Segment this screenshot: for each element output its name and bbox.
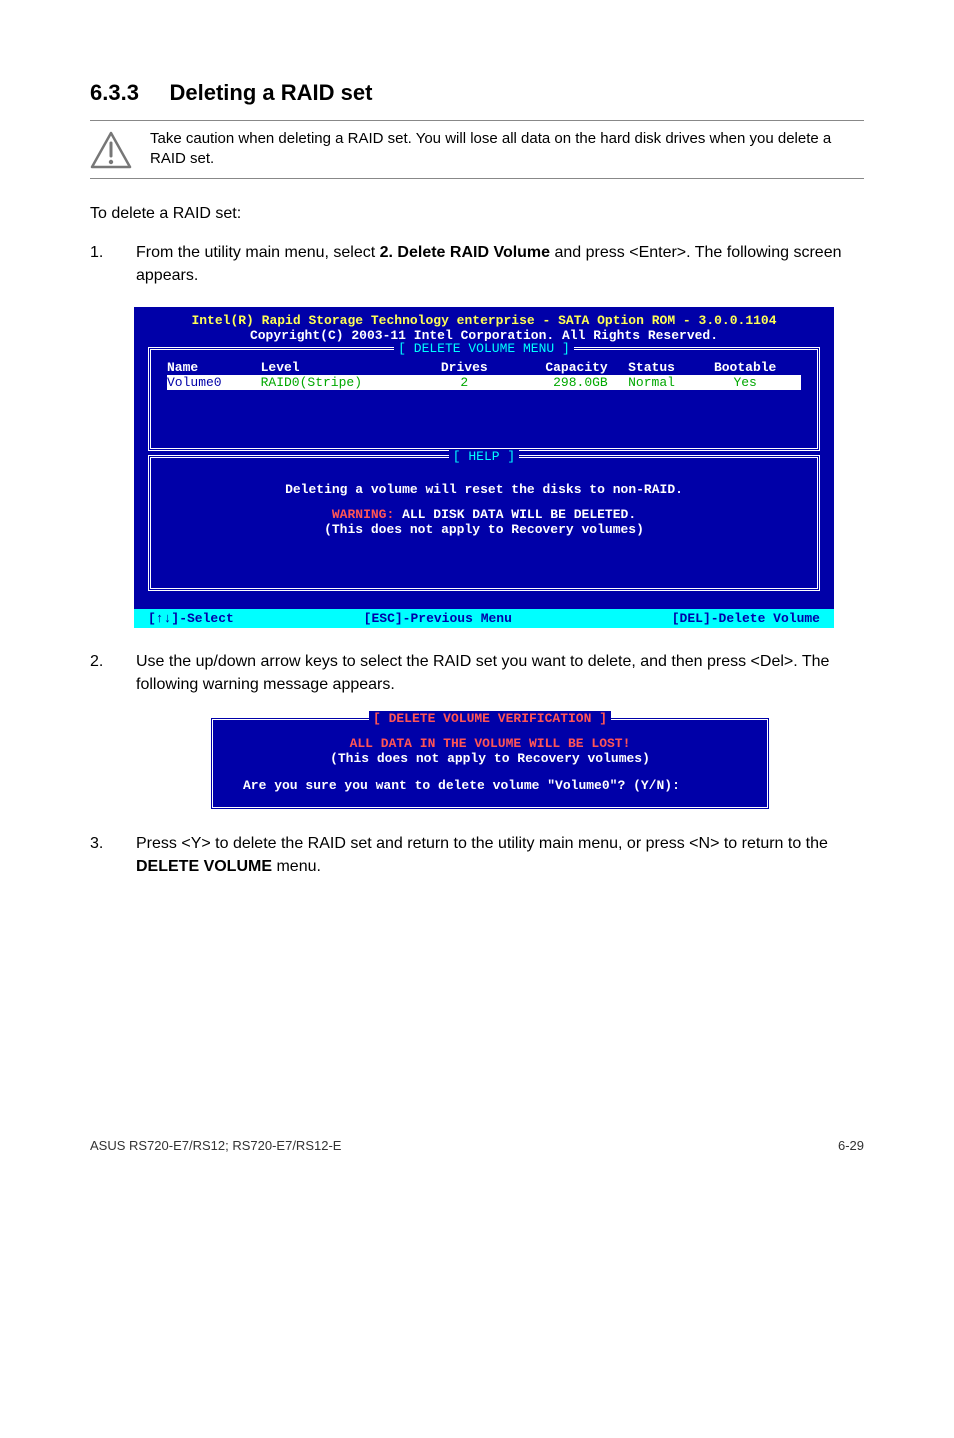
footer-right: 6-29 [838,1138,864,1153]
cell-level: RAID0(Stripe) [261,375,427,390]
verification-label: [ DELETE VOLUME VERIFICATION ] [213,711,767,726]
footer-left: ASUS RS720-E7/RS12; RS720-E7/RS12-E [90,1138,341,1153]
help-panel: [ HELP ] Deleting a volume will reset th… [148,455,820,591]
cell-name: Volume0 [167,375,261,390]
footer-delete: [DEL]-Delete Volume [672,611,820,626]
cell-status: Normal [614,375,696,390]
caution-text: Take caution when deleting a RAID set. Y… [150,129,864,170]
step-text: Use the up/down arrow keys to select the… [136,650,864,696]
step-number: 2. [90,650,108,696]
table-header-row: Name Level Drives Capacity Status Bootab… [167,360,801,375]
section-number: 6.3.3 [90,80,139,105]
col-status: Status [614,360,696,375]
help-label: [ HELP ] [151,449,817,464]
cell-drives: 2 [427,375,509,390]
col-level: Level [261,360,427,375]
step-number: 3. [90,832,108,878]
warning-text: ALL DISK DATA WILL BE DELETED. [394,507,636,522]
col-bootable: Bootable [695,360,801,375]
step-2: 2. Use the up/down arrow keys to select … [90,650,864,696]
delete-volume-menu-panel: [ DELETE VOLUME MENU ] Name Level Drives… [148,347,820,451]
cell-bootable: Yes [695,375,801,390]
step-text: Press <Y> to delete the RAID set and ret… [136,832,864,878]
footer-select: [↑↓]-Select [148,611,234,626]
help-line-3: (This does not apply to Recovery volumes… [167,522,801,537]
col-drives: Drives [427,360,509,375]
col-name: Name [167,360,261,375]
help-warning-line: WARNING: ALL DISK DATA WILL BE DELETED. [167,507,801,522]
step-1: 1. From the utility main menu, select 2.… [90,241,864,287]
help-line-1: Deleting a volume will reset the disks t… [167,482,801,497]
col-capacity: Capacity [508,360,614,375]
delete-volume-verification-dialog: [ DELETE VOLUME VERIFICATION ] ALL DATA … [210,717,770,810]
verify-warning-line: ALL DATA IN THE VOLUME WILL BE LOST! [233,736,747,751]
alert-icon [90,131,132,169]
table-row[interactable]: Volume0 RAID0(Stripe) 2 298.0GB Normal Y… [167,375,801,390]
intro-text: To delete a RAID set: [90,203,864,225]
step-text: From the utility main menu, select 2. De… [136,241,864,287]
cell-capacity: 298.0GB [508,375,614,390]
bios-footer-bar: [↑↓]-Select [ESC]-Previous Menu [DEL]-De… [134,609,834,628]
footer-previous: [ESC]-Previous Menu [364,611,512,626]
volume-table: Name Level Drives Capacity Status Bootab… [167,360,801,390]
verify-note-line: (This does not apply to Recovery volumes… [233,751,747,766]
warning-label: WARNING: [332,507,394,522]
bios-title-1: Intel(R) Rapid Storage Technology enterp… [148,313,820,328]
delete-volume-menu-label: [ DELETE VOLUME MENU ] [151,341,817,356]
page-footer: ASUS RS720-E7/RS12; RS720-E7/RS12-E 6-29 [0,898,954,1183]
caution-note: Take caution when deleting a RAID set. Y… [90,120,864,179]
section-heading: 6.3.3 Deleting a RAID set [90,80,864,106]
step-number: 1. [90,241,108,287]
verify-prompt[interactable]: Are you sure you want to delete volume "… [233,778,747,793]
step-3: 3. Press <Y> to delete the RAID set and … [90,832,864,878]
bios-delete-volume-screen: Intel(R) Rapid Storage Technology enterp… [134,307,834,628]
section-title: Deleting a RAID set [170,80,373,105]
